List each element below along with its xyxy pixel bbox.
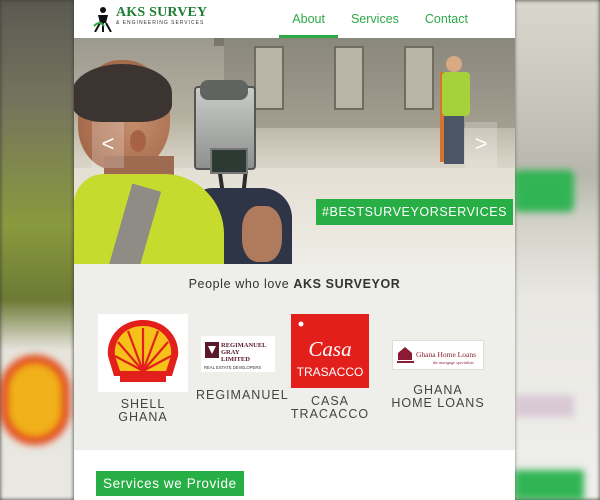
background-worker bbox=[442, 72, 470, 116]
backdrop-left bbox=[0, 0, 74, 500]
surveyor-icon bbox=[92, 6, 114, 33]
svg-text:REGIMANUEL: REGIMANUEL bbox=[221, 342, 267, 349]
svg-text:REAL ESTATE DEVELOPERS: REAL ESTATE DEVELOPERS bbox=[204, 365, 261, 370]
client-shell[interactable]: SHELL GHANA bbox=[96, 314, 190, 424]
client-name: SHELL GHANA bbox=[118, 397, 168, 424]
svg-text:TRASACCO: TRASACCO bbox=[297, 365, 364, 379]
slider-next-button[interactable]: > bbox=[465, 122, 497, 168]
svg-text:Casa: Casa bbox=[308, 337, 351, 361]
svg-text:Ghana Home Loans: Ghana Home Loans bbox=[416, 350, 476, 359]
client-ghana-home-loans[interactable]: Ghana Home Loans the mortgage specialist… bbox=[388, 314, 488, 410]
ghana-home-loans-logo: Ghana Home Loans the mortgage specialist… bbox=[392, 340, 484, 370]
svg-text:GRAY: GRAY bbox=[221, 349, 240, 356]
hero-slider: < > #BESTSURVEYORSERVICES bbox=[74, 38, 515, 264]
client-name-line2: TRACACCO bbox=[290, 407, 370, 421]
svg-text:the mortgage specialists: the mortgage specialists bbox=[433, 360, 474, 365]
nav-link-about[interactable]: About bbox=[279, 0, 338, 38]
svg-text:LIMITED: LIMITED bbox=[221, 356, 250, 363]
page: AKS SURVEY & ENGINEERING SERVICES About … bbox=[74, 0, 515, 500]
slider-prev-button[interactable]: < bbox=[92, 122, 124, 168]
site-logo[interactable]: AKS SURVEY & ENGINEERING SERVICES bbox=[92, 5, 208, 33]
services-section: Services we Provide bbox=[74, 450, 515, 500]
building-wall bbox=[224, 38, 515, 128]
client-name-line2: HOME LOANS bbox=[391, 396, 485, 410]
clients-section: People who love AKS SURVEYOR SHELL GHANA… bbox=[74, 264, 515, 450]
clients-heading: People who love AKS SURVEYOR bbox=[188, 277, 401, 291]
top-nav: AKS SURVEY & ENGINEERING SERVICES About … bbox=[74, 0, 515, 38]
nav-link-services[interactable]: Services bbox=[338, 0, 412, 38]
nav-link-contact[interactable]: Contact bbox=[412, 0, 481, 38]
logo-title: AKS SURVEY bbox=[116, 5, 208, 20]
client-casa-tracacco[interactable]: Casa TRASACCO CASA TRACACCO bbox=[290, 314, 370, 421]
hashtag-badge: #BESTSURVEYORSERVICES bbox=[316, 199, 514, 225]
logo-subtitle: & ENGINEERING SERVICES bbox=[116, 20, 205, 26]
regimanuel-logo: REGIMANUEL GRAY LIMITED REAL ESTATE DEVE… bbox=[201, 336, 275, 372]
client-name: REGIMANUEL bbox=[196, 388, 289, 402]
shell-logo bbox=[98, 314, 188, 392]
backdrop-right bbox=[514, 0, 600, 500]
brand-name: AKS SURVEYOR bbox=[293, 277, 401, 291]
casa-trasacco-logo: Casa TRASACCO bbox=[291, 314, 369, 388]
client-regimanuel[interactable]: REGIMANUEL GRAY LIMITED REAL ESTATE DEVE… bbox=[196, 314, 289, 402]
services-button[interactable]: Services we Provide bbox=[96, 471, 244, 496]
nav-links: About Services Contact bbox=[279, 0, 481, 38]
